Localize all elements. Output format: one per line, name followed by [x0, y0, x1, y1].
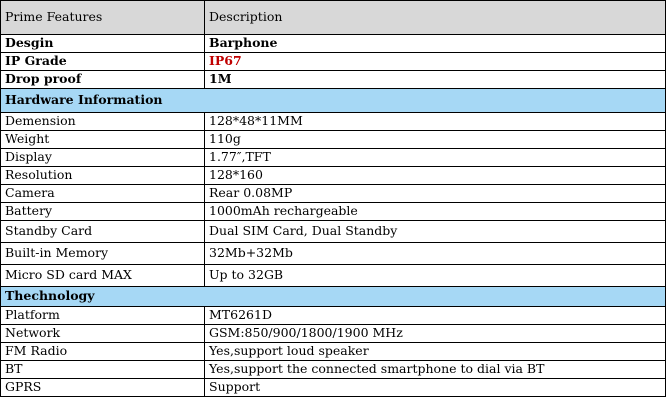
spec-table: Prime Features Description Desgin Barpho… — [0, 0, 666, 397]
row-value: 128*48*11MM — [204, 112, 666, 131]
row-label: Resolution — [0, 166, 205, 185]
row-value: Rear 0.08MP — [204, 184, 666, 203]
table-row: IP Grade IP67 — [0, 52, 666, 71]
table-row: Micro SD card MAX Up to 32GB — [0, 264, 666, 287]
table-row: Desgin Barphone — [0, 34, 666, 53]
row-value: Dual SIM Card, Dual Standby — [204, 220, 666, 243]
table-row: Network GSM:850/900/1800/1900 MHz — [0, 324, 666, 343]
table-row: GPRS Support — [0, 378, 666, 397]
row-value: Barphone — [204, 34, 666, 53]
table-row: Battery 1000mAh rechargeable — [0, 202, 666, 221]
row-label: Built-in Memory — [0, 242, 205, 265]
table-row: Demension 128*48*11MM — [0, 112, 666, 131]
section-header-technology: Thechnology — [0, 286, 666, 307]
row-label: Network — [0, 324, 205, 343]
row-label: Camera — [0, 184, 205, 203]
row-label: Demension — [0, 112, 205, 131]
row-label: FM Radio — [0, 342, 205, 361]
row-value: 1M — [204, 70, 666, 89]
row-value: Yes,support loud speaker — [204, 342, 666, 361]
row-label: Display — [0, 148, 205, 167]
row-value: GSM:850/900/1800/1900 MHz — [204, 324, 666, 343]
section-header-hardware: Hardware Information — [0, 88, 666, 113]
row-label: IP Grade — [0, 52, 205, 71]
table-row: BT Yes,support the connected smartphone … — [0, 360, 666, 379]
table-row: FM Radio Yes,support loud speaker — [0, 342, 666, 361]
table-row: Display 1.77″,TFT — [0, 148, 666, 167]
section-title: Hardware Information — [0, 88, 666, 113]
table-row: Standby Card Dual SIM Card, Dual Standby — [0, 220, 666, 243]
row-label: Drop proof — [0, 70, 205, 89]
row-value: Yes,support the connected smartphone to … — [204, 360, 666, 379]
row-value: 1.77″,TFT — [204, 148, 666, 167]
row-label: BT — [0, 360, 205, 379]
row-label: Weight — [0, 130, 205, 149]
row-value: Support — [204, 378, 666, 397]
table-header: Prime Features Description — [0, 0, 666, 35]
row-value: Up to 32GB — [204, 264, 666, 287]
table-row: Built-in Memory 32Mb+32Mb — [0, 242, 666, 265]
row-label: Desgin — [0, 34, 205, 53]
table-row: Resolution 128*160 — [0, 166, 666, 185]
description-header: Description — [204, 0, 666, 35]
feature-header: Prime Features — [0, 0, 205, 35]
row-value: 1000mAh rechargeable — [204, 202, 666, 221]
row-value: 32Mb+32Mb — [204, 242, 666, 265]
row-label: Platform — [0, 306, 205, 325]
row-label: GPRS — [0, 378, 205, 397]
row-value: MT6261D — [204, 306, 666, 325]
row-label: Battery — [0, 202, 205, 221]
table-row: Camera Rear 0.08MP — [0, 184, 666, 203]
row-label: Standby Card — [0, 220, 205, 243]
row-value: 110g — [204, 130, 666, 149]
section-title: Thechnology — [0, 286, 666, 307]
row-label: Micro SD card MAX — [0, 264, 205, 287]
table-row: Drop proof 1M — [0, 70, 666, 89]
table-row: Platform MT6261D — [0, 306, 666, 325]
row-value: IP67 — [204, 52, 666, 71]
table-row: Weight 110g — [0, 130, 666, 149]
row-value: 128*160 — [204, 166, 666, 185]
